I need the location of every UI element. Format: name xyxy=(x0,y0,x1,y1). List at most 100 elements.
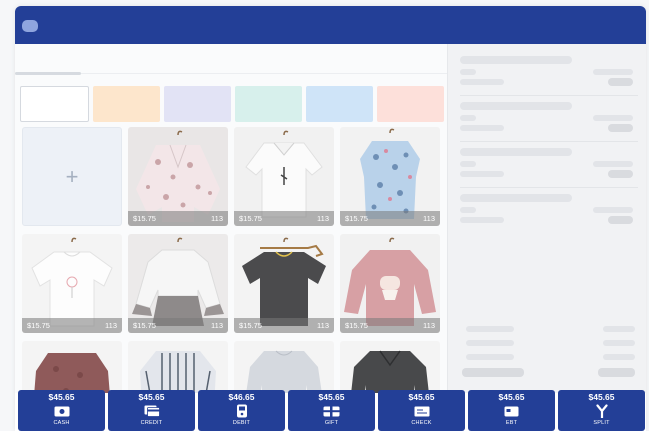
product-tile[interactable] xyxy=(234,341,334,393)
burgundy-blouse-image xyxy=(34,353,110,393)
placeholder-line xyxy=(460,115,476,121)
category-tab-1[interactable] xyxy=(20,86,89,122)
product-tile[interactable]: $15.75 113 xyxy=(340,127,440,226)
pay-debit-button[interactable]: $46.65 DEBIT xyxy=(198,390,285,431)
category-tab-6[interactable] xyxy=(377,86,444,122)
ebt-icon xyxy=(503,404,521,418)
placeholder-line xyxy=(460,207,476,213)
category-tabs xyxy=(20,86,444,122)
debit-icon xyxy=(233,404,251,418)
product-price: $15.75 xyxy=(239,214,262,223)
payment-label: CREDIT xyxy=(140,420,163,426)
pay-ebt-button[interactable]: $45.65 EBT xyxy=(468,390,555,431)
summary-placeholder xyxy=(603,340,635,346)
product-tile[interactable] xyxy=(340,341,440,393)
placeholder-line xyxy=(460,171,504,177)
placeholder-line xyxy=(460,56,572,64)
product-qty: 113 xyxy=(105,321,117,330)
product-grid: + $15.75 113 $15.75 113 $15.75 113 $15.7… xyxy=(22,127,442,393)
summary-placeholder xyxy=(466,340,514,346)
product-tile[interactable] xyxy=(128,341,228,393)
category-tab-3[interactable] xyxy=(164,86,231,122)
product-price: $15.75 xyxy=(133,321,156,330)
payment-label: EBT xyxy=(505,420,518,426)
payment-label: GIFT xyxy=(324,420,339,426)
charcoal-sweater-image xyxy=(351,350,429,393)
placeholder-line xyxy=(460,79,504,85)
placeholder-line xyxy=(460,194,572,202)
payment-amount: $45.65 xyxy=(408,392,435,402)
pos-window: + $15.75 113 $15.75 113 $15.75 113 $15.7… xyxy=(15,6,646,431)
payment-amount: $45.65 xyxy=(318,392,345,402)
placeholder-line xyxy=(460,217,504,223)
payment-label: CASH xyxy=(53,420,70,426)
price-bar: $15.75 113 xyxy=(22,318,122,333)
placeholder-line xyxy=(608,170,633,178)
price-bar: $15.75 113 xyxy=(340,318,440,333)
cash-icon xyxy=(53,404,71,418)
divider xyxy=(460,187,638,188)
payment-bar: $45.65 CASH $45.65 CREDIT $46.65 DEBIT $… xyxy=(18,390,646,431)
payment-amount: $45.65 xyxy=(138,392,165,402)
product-price: $15.75 xyxy=(133,214,156,223)
placeholder-line xyxy=(593,207,633,213)
divider xyxy=(460,95,638,96)
add-product-tile[interactable]: + xyxy=(22,127,122,226)
divider xyxy=(460,141,638,142)
product-tile[interactable] xyxy=(22,341,122,393)
payment-amount: $46.65 xyxy=(228,392,255,402)
placeholder-line xyxy=(460,125,504,131)
product-qty: 113 xyxy=(423,321,435,330)
placeholder-line xyxy=(608,124,633,132)
payment-amount: $45.65 xyxy=(498,392,525,402)
payment-label: CHECK xyxy=(411,420,432,426)
product-qty: 113 xyxy=(423,214,435,223)
summary-placeholder xyxy=(603,326,635,332)
product-price: $15.75 xyxy=(27,321,50,330)
price-bar: $15.75 113 xyxy=(340,211,440,226)
gift-card-icon xyxy=(323,404,341,418)
product-panel: + $15.75 113 $15.75 113 $15.75 113 $15.7… xyxy=(15,44,447,393)
summary-placeholder xyxy=(466,354,514,360)
price-bar: $15.75 113 xyxy=(128,211,228,226)
divider xyxy=(81,73,447,74)
credit-card-icon xyxy=(143,404,161,418)
total-placeholder xyxy=(598,368,635,377)
product-tile[interactable]: $15.75 113 xyxy=(234,127,334,226)
placeholder-line xyxy=(593,161,633,167)
pay-credit-button[interactable]: $45.65 CREDIT xyxy=(108,390,195,431)
pay-check-button[interactable]: $45.65 CHECK xyxy=(378,390,465,431)
product-tile[interactable]: $15.75 113 xyxy=(340,234,440,333)
payment-label: SPLIT xyxy=(593,420,610,426)
price-bar: $15.75 113 xyxy=(234,318,334,333)
placeholder-line xyxy=(460,69,476,75)
product-tile[interactable]: $15.75 113 xyxy=(128,234,228,333)
product-tile[interactable]: $15.75 113 xyxy=(234,234,334,333)
placeholder-line xyxy=(460,148,572,156)
search-underline[interactable] xyxy=(15,72,81,75)
grey-longsleeve-image xyxy=(246,350,322,393)
placeholder-line xyxy=(460,102,572,110)
pay-split-button[interactable]: $45.65 SPLIT xyxy=(558,390,645,431)
payment-amount: $45.65 xyxy=(588,392,615,402)
cart-panel xyxy=(447,44,646,393)
pay-cash-button[interactable]: $45.65 CASH xyxy=(18,390,105,431)
product-qty: 113 xyxy=(211,214,223,223)
product-qty: 113 xyxy=(211,321,223,330)
plus-icon: + xyxy=(65,163,79,189)
summary-placeholder xyxy=(466,326,514,332)
menu-toggle-button[interactable] xyxy=(22,20,38,32)
product-tile[interactable]: $15.75 113 xyxy=(128,127,228,226)
category-tab-2[interactable] xyxy=(93,86,160,122)
placeholder-line xyxy=(460,161,476,167)
price-bar: $15.75 113 xyxy=(234,211,334,226)
placeholder-line xyxy=(608,216,633,224)
pay-gift-button[interactable]: $45.65 GIFT xyxy=(288,390,375,431)
category-tab-4[interactable] xyxy=(235,86,302,122)
product-tile[interactable]: $15.75 113 xyxy=(22,234,122,333)
category-tab-5[interactable] xyxy=(306,86,373,122)
payment-label: DEBIT xyxy=(232,420,251,426)
stripe-top-image xyxy=(140,351,216,393)
price-bar: $15.75 113 xyxy=(128,318,228,333)
check-icon xyxy=(413,404,431,418)
